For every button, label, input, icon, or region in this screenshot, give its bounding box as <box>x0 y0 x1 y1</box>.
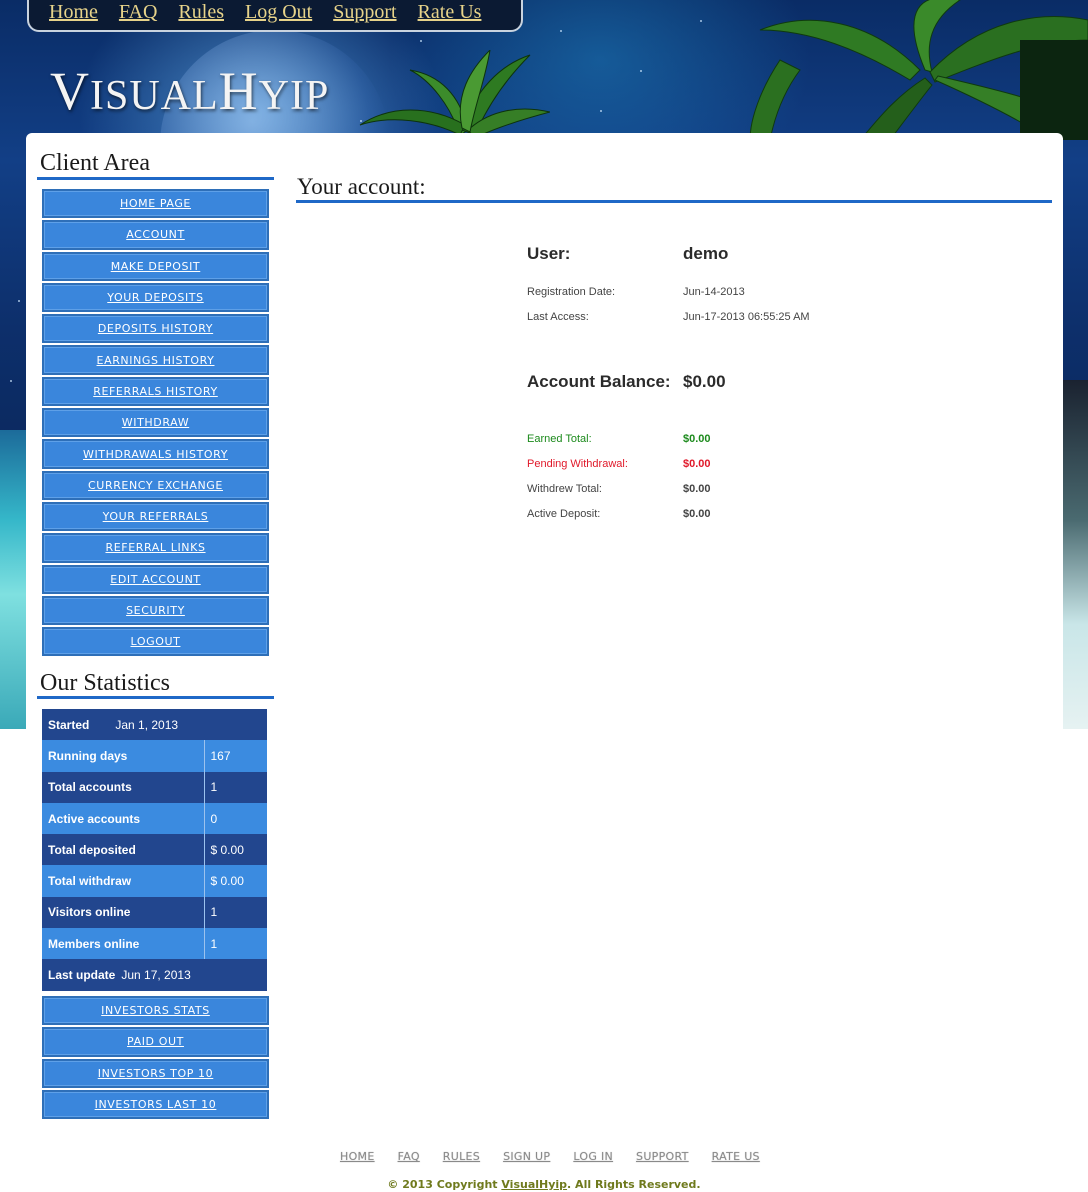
statistics-links: Investors Stats Paid Out Investors Top 1… <box>42 996 269 1121</box>
menu-account[interactable]: Account <box>42 220 269 250</box>
stats-row-last-update: Last update Jun 17, 2013 <box>42 959 267 991</box>
stats-row-started: Started Jan 1, 2013 <box>42 709 267 741</box>
nav-rules-link[interactable]: Rules <box>178 1 224 24</box>
client-menu: Home Page Account Make Deposit Your Depo… <box>42 189 269 658</box>
withdrew-total-label: Withdrew Total: <box>527 483 602 495</box>
user-value: demo <box>683 244 729 263</box>
menu-investors-top-10[interactable]: Investors Top 10 <box>42 1058 269 1088</box>
statistics-title: Our Statistics <box>40 670 170 696</box>
footer-rules-link[interactable]: RULES <box>443 1150 480 1163</box>
menu-referral-links[interactable]: Referral Links <box>42 533 269 563</box>
footer-sign-up-link[interactable]: SIGN UP <box>503 1150 550 1163</box>
menu-investors-last-10[interactable]: Investors Last 10 <box>42 1089 269 1120</box>
client-area-rule <box>37 177 274 180</box>
footer-log-in-link[interactable]: LOG IN <box>573 1150 613 1163</box>
menu-deposits-history[interactable]: Deposits History <box>42 314 269 344</box>
stats-row: Running days 167 <box>42 740 267 772</box>
footer-home-link[interactable]: HOME <box>340 1150 375 1163</box>
user-label: User: <box>527 244 571 263</box>
account-balance-label: Account Balance: <box>527 372 671 391</box>
menu-currency-exchange[interactable]: Currency Exchange <box>42 470 269 500</box>
sea-right <box>1060 380 1088 729</box>
menu-make-deposit[interactable]: Make Deposit <box>42 251 269 281</box>
footer-links: HOME FAQ RULES SIGN UP LOG IN SUPPORT RA… <box>340 1150 760 1163</box>
pending-withdrawal-label: Pending Withdrawal: <box>527 458 628 470</box>
copyright-text: © 2013 Copyright VisualHyip. All Rights … <box>387 1178 701 1191</box>
pending-withdrawal-value: $0.00 <box>683 458 711 470</box>
withdrew-total-value: $0.00 <box>683 483 711 495</box>
menu-home-page[interactable]: Home Page <box>42 189 269 219</box>
nav-home-link[interactable]: Home <box>49 1 98 24</box>
stats-row: Total withdraw $ 0.00 <box>42 865 267 897</box>
menu-your-deposits[interactable]: Your Deposits <box>42 282 269 313</box>
nav-rate-us-link[interactable]: Rate Us <box>418 1 482 24</box>
stats-row: Visitors online 1 <box>42 896 267 929</box>
nav-faq-link[interactable]: FAQ <box>119 1 158 24</box>
stats-row: Members online 1 <box>42 928 267 960</box>
active-deposit-value: $0.00 <box>683 508 711 520</box>
footer-support-link[interactable]: SUPPORT <box>636 1150 689 1163</box>
statistics-rule <box>37 696 274 699</box>
menu-referrals-history[interactable]: Referrals History <box>42 376 269 407</box>
menu-paid-out[interactable]: Paid Out <box>42 1027 269 1057</box>
active-deposit-label: Active Deposit: <box>527 508 601 520</box>
earned-total-label: Earned Total: <box>527 433 592 445</box>
registration-date-value: Jun-14-2013 <box>683 286 745 298</box>
client-area-title: Client Area <box>40 150 150 176</box>
menu-your-referrals[interactable]: Your Referrals <box>42 501 269 532</box>
stats-row: Total accounts 1 <box>42 771 267 803</box>
nav-support-link[interactable]: Support <box>333 1 396 24</box>
last-access-label: Last Access: <box>527 311 589 323</box>
last-access-value: Jun-17-2013 06:55:25 AM <box>683 311 810 323</box>
account-title: Your account: <box>297 174 426 199</box>
copyright-brand-link[interactable]: VisualHyip <box>501 1178 567 1191</box>
top-navigation: Home FAQ Rules Log Out Support Rate Us <box>27 0 523 32</box>
menu-withdrawals-history[interactable]: Withdrawals History <box>42 439 269 469</box>
earned-total-value: $0.00 <box>683 433 711 445</box>
menu-investors-stats[interactable]: Investors Stats <box>42 996 269 1026</box>
stats-row: Total deposited $ 0.00 <box>42 834 267 866</box>
menu-security[interactable]: Security <box>42 595 269 626</box>
site-logo[interactable]: VISUALHYIP <box>50 60 329 122</box>
stats-row: Active accounts 0 <box>42 802 267 835</box>
nav-logout-link[interactable]: Log Out <box>245 1 312 24</box>
menu-earnings-history[interactable]: Earnings History <box>42 345 269 375</box>
statistics-table: Started Jan 1, 2013 Running days 167 Total… <box>42 709 267 991</box>
menu-logout[interactable]: Logout <box>42 627 269 657</box>
account-balance-value: $0.00 <box>683 372 726 391</box>
menu-edit-account[interactable]: Edit Account <box>42 564 269 594</box>
footer-rate-us-link[interactable]: RATE US <box>712 1150 760 1163</box>
account-rule <box>296 200 1052 203</box>
menu-withdraw[interactable]: Withdraw <box>42 408 269 438</box>
registration-date-label: Registration Date: <box>527 286 616 298</box>
footer-faq-link[interactable]: FAQ <box>398 1150 420 1163</box>
